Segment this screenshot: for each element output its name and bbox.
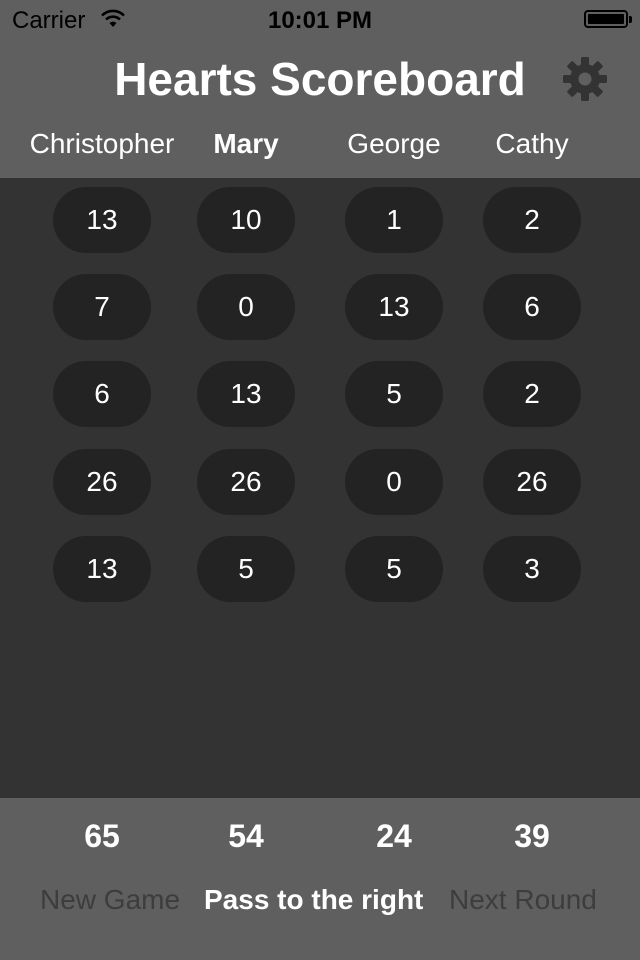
score-grid: 13 10 1 2 7 0 13 6 6 13 5 2 26 26 0 26 1… (0, 178, 640, 798)
score-cell[interactable]: 5 (197, 536, 295, 602)
score-cell[interactable]: 10 (197, 187, 295, 253)
footer-bar: 65 54 24 39 New Game Pass to the right N… (0, 798, 640, 960)
score-cell[interactable]: 5 (345, 361, 443, 427)
score-cell[interactable]: 26 (53, 449, 151, 515)
score-cell[interactable]: 1 (345, 187, 443, 253)
score-cell[interactable]: 26 (483, 449, 581, 515)
score-cell[interactable]: 2 (483, 187, 581, 253)
score-cell[interactable]: 5 (345, 536, 443, 602)
player-names-row: Christopher Mary George Cathy (0, 128, 640, 172)
score-cell[interactable]: 13 (53, 187, 151, 253)
header-bar: Carrier 10:01 PM Hearts Scoreboard Chris… (0, 0, 640, 178)
player-name-cathy[interactable]: Cathy (442, 128, 622, 160)
score-cell[interactable]: 13 (345, 274, 443, 340)
score-cell[interactable]: 2 (483, 361, 581, 427)
score-cell[interactable]: 26 (197, 449, 295, 515)
score-cell[interactable]: 6 (483, 274, 581, 340)
score-cell[interactable]: 6 (53, 361, 151, 427)
battery-icon (584, 10, 632, 28)
score-cell[interactable]: 7 (53, 274, 151, 340)
score-cell[interactable]: 0 (345, 449, 443, 515)
score-cell[interactable]: 13 (53, 536, 151, 602)
new-game-button[interactable]: New Game (40, 884, 180, 916)
status-time: 10:01 PM (267, 7, 373, 34)
total-score-cathy: 39 (514, 818, 550, 854)
total-score-george: 24 (376, 818, 412, 854)
total-score-mary: 54 (228, 818, 264, 854)
pass-direction-label: Pass to the right (204, 884, 424, 915)
next-round-button[interactable]: Next Round (449, 884, 597, 916)
status-bar: Carrier 10:01 PM (0, 0, 640, 40)
score-cell[interactable]: 13 (197, 361, 295, 427)
score-cell[interactable]: 3 (483, 536, 581, 602)
score-cell[interactable]: 0 (197, 274, 295, 340)
total-score-christopher: 65 (84, 818, 120, 854)
page-title: Hearts Scoreboard (114, 53, 526, 105)
settings-gear-icon[interactable] (562, 56, 608, 102)
